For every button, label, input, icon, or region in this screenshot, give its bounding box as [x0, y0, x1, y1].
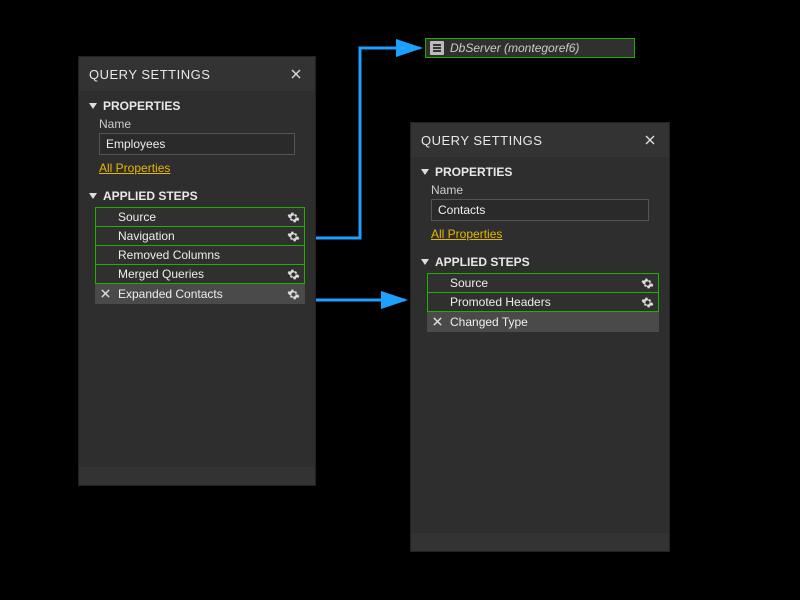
delete-step-icon[interactable]	[432, 316, 443, 330]
chevron-down-icon	[89, 193, 97, 199]
applied-step[interactable]: Removed Columns	[95, 245, 305, 265]
gear-icon[interactable]	[287, 268, 300, 284]
dbserver-label: DbServer (montegoref6)	[450, 41, 579, 55]
chevron-down-icon	[89, 103, 97, 109]
step-label: Merged Queries	[118, 267, 204, 281]
gear-icon[interactable]	[287, 211, 300, 227]
close-icon[interactable]	[287, 65, 305, 83]
panel-title: QUERY SETTINGS	[89, 67, 210, 82]
panel-title-bar: QUERY SETTINGS	[411, 123, 669, 157]
step-label: Expanded Contacts	[118, 287, 223, 301]
applied-step[interactable]: Source	[95, 207, 305, 227]
name-input[interactable]	[431, 199, 649, 221]
step-label: Changed Type	[450, 315, 528, 329]
step-label: Removed Columns	[118, 248, 220, 262]
delete-step-icon[interactable]	[100, 288, 111, 302]
chevron-down-icon	[421, 259, 429, 265]
properties-header[interactable]: PROPERTIES	[421, 165, 659, 179]
name-label: Name	[431, 183, 659, 197]
step-label: Promoted Headers	[450, 295, 551, 309]
close-icon[interactable]	[641, 131, 659, 149]
applied-step[interactable]: Source	[427, 273, 659, 293]
applied-steps-list: Source Navigation Removed Columns Merged Qu…	[95, 207, 305, 457]
gear-icon[interactable]	[641, 277, 654, 293]
gear-icon[interactable]	[287, 288, 300, 304]
applied-steps-header[interactable]: APPLIED STEPS	[89, 189, 305, 203]
properties-header[interactable]: PROPERTIES	[89, 99, 305, 113]
applied-step[interactable]: Navigation	[95, 226, 305, 246]
name-input[interactable]	[99, 133, 295, 155]
all-properties-link[interactable]: All Properties	[431, 227, 502, 241]
step-label: Source	[450, 276, 488, 290]
gear-icon[interactable]	[287, 230, 300, 246]
panel-title: QUERY SETTINGS	[421, 133, 542, 148]
chevron-down-icon	[421, 169, 429, 175]
applied-step[interactable]: Merged Queries	[95, 264, 305, 284]
applied-step[interactable]: Changed Type	[427, 312, 659, 332]
all-properties-link[interactable]: All Properties	[99, 161, 170, 175]
applied-step[interactable]: Promoted Headers	[427, 292, 659, 312]
query-settings-panel-left: QUERY SETTINGS PROPERTIES Name All Prope…	[78, 56, 316, 486]
applied-steps-list: Source Promoted Headers Changed Type	[427, 273, 659, 523]
step-label: Navigation	[118, 229, 175, 243]
database-icon	[430, 41, 444, 55]
panel-title-bar: QUERY SETTINGS	[79, 57, 315, 91]
gear-icon[interactable]	[641, 296, 654, 312]
applied-steps-header[interactable]: APPLIED STEPS	[421, 255, 659, 269]
name-label: Name	[99, 117, 305, 131]
applied-step[interactable]: Expanded Contacts	[95, 284, 305, 304]
step-label: Source	[118, 210, 156, 224]
dbserver-node[interactable]: DbServer (montegoref6)	[425, 38, 635, 58]
query-settings-panel-right: QUERY SETTINGS PROPERTIES Name All Prope…	[410, 122, 670, 552]
